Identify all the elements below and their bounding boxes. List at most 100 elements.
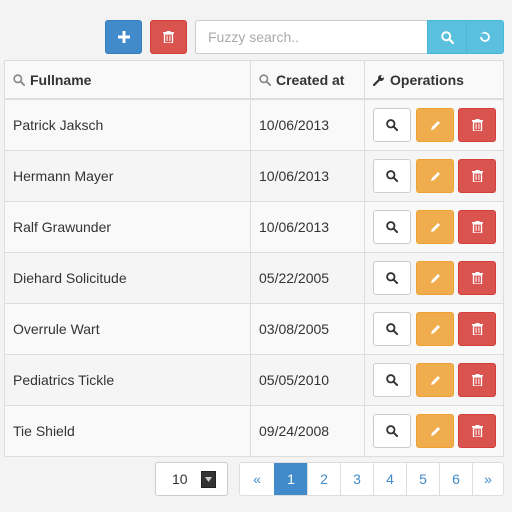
search-icon (386, 323, 398, 335)
search-icon (259, 73, 271, 86)
pagination-page-6[interactable]: 6 (439, 463, 472, 495)
column-header-created-at[interactable]: Created at (251, 61, 365, 98)
search-icon (13, 73, 25, 86)
pagination-next[interactable]: » (472, 463, 503, 495)
cell-fullname: Hermann Mayer (5, 151, 251, 201)
cell-fullname: Tie Shield (5, 406, 251, 456)
cell-operations (365, 151, 503, 201)
search-icon (386, 374, 398, 386)
trash-icon (471, 323, 483, 335)
table-row: Tie Shield 09/24/2008 (5, 405, 503, 456)
cell-created-at: 05/05/2010 (251, 355, 365, 405)
delete-selected-button[interactable] (150, 20, 187, 54)
table-row: Diehard Solicitude 05/22/2005 (5, 252, 503, 303)
search-icon (386, 119, 398, 131)
add-button[interactable] (105, 20, 142, 54)
cell-created-at: 03/08/2005 (251, 304, 365, 354)
cell-created-at: 05/22/2005 (251, 253, 365, 303)
trash-icon (471, 425, 483, 437)
delete-button[interactable] (458, 312, 496, 346)
delete-button[interactable] (458, 159, 496, 193)
view-button[interactable] (373, 414, 411, 448)
cell-operations (365, 406, 503, 456)
trash-icon (471, 272, 483, 284)
pagination-page-3[interactable]: 3 (340, 463, 373, 495)
delete-button[interactable] (458, 363, 496, 397)
view-button[interactable] (373, 108, 411, 142)
wrench-icon (373, 74, 384, 86)
search-icon (440, 30, 454, 44)
delete-button[interactable] (458, 261, 496, 295)
search-icon (386, 425, 398, 437)
cell-fullname: Patrick Jaksch (5, 100, 251, 150)
column-header-fullname[interactable]: Fullname (5, 61, 251, 98)
cell-operations (365, 304, 503, 354)
pagination-page-5[interactable]: 5 (406, 463, 439, 495)
plus-icon (117, 31, 130, 43)
pencil-icon (430, 324, 441, 335)
cell-operations (365, 253, 503, 303)
cell-created-at: 10/06/2013 (251, 151, 365, 201)
pencil-icon (430, 171, 441, 182)
page-size-value: 10 (172, 471, 188, 487)
table-row: Hermann Mayer 10/06/2013 (5, 150, 503, 201)
pagination: « 1 2 3 4 5 6 » (239, 462, 504, 496)
view-button[interactable] (373, 312, 411, 346)
cell-created-at: 10/06/2013 (251, 202, 365, 252)
edit-button[interactable] (416, 210, 454, 244)
trash-icon (471, 119, 483, 131)
cell-created-at: 10/06/2013 (251, 100, 365, 150)
column-header-label: Created at (276, 71, 345, 88)
delete-button[interactable] (458, 210, 496, 244)
search-icon (386, 272, 398, 284)
pagination-page-2[interactable]: 2 (307, 463, 340, 495)
view-button[interactable] (373, 210, 411, 244)
cell-fullname: Diehard Solicitude (5, 253, 251, 303)
delete-button[interactable] (458, 108, 496, 142)
pencil-icon (430, 273, 441, 284)
pencil-icon (430, 375, 441, 386)
table-row: Patrick Jaksch 10/06/2013 (5, 99, 503, 150)
pagination-page-1[interactable]: 1 (274, 463, 307, 495)
cell-fullname: Overrule Wart (5, 304, 251, 354)
pencil-icon (430, 120, 441, 131)
column-header-label: Operations (390, 71, 464, 88)
pagination-prev[interactable]: « (240, 463, 274, 495)
edit-button[interactable] (416, 363, 454, 397)
search-input[interactable] (195, 20, 428, 54)
table-header: Fullname Created at Operations (5, 61, 503, 100)
search-icon (386, 170, 398, 182)
search-button[interactable] (427, 20, 467, 54)
trash-icon (471, 170, 483, 182)
reset-button[interactable] (466, 20, 504, 54)
cell-operations (365, 100, 503, 150)
edit-button[interactable] (416, 312, 454, 346)
column-header-label: Fullname (30, 71, 92, 88)
column-header-operations: Operations (365, 61, 503, 98)
pencil-icon (430, 426, 441, 437)
refresh-icon (480, 31, 490, 42)
pagination-page-4[interactable]: 4 (373, 463, 406, 495)
edit-button[interactable] (416, 159, 454, 193)
chevron-down-icon[interactable] (201, 471, 216, 488)
search-icon (386, 221, 398, 233)
edit-button[interactable] (416, 414, 454, 448)
pencil-icon (430, 222, 441, 233)
trash-icon (163, 31, 174, 43)
edit-button[interactable] (416, 108, 454, 142)
table-row: Ralf Grawunder 10/06/2013 (5, 201, 503, 252)
delete-button[interactable] (458, 414, 496, 448)
cell-created-at: 09/24/2008 (251, 406, 365, 456)
table-row: Overrule Wart 03/08/2005 (5, 303, 503, 354)
table-row: Pediatrics Tickle 05/05/2010 (5, 354, 503, 405)
trash-icon (471, 374, 483, 386)
view-button[interactable] (373, 261, 411, 295)
edit-button[interactable] (416, 261, 454, 295)
data-table: Fullname Created at Operations Patrick J… (4, 60, 504, 457)
page-size-select[interactable]: 10 (155, 462, 228, 496)
view-button[interactable] (373, 363, 411, 397)
cell-operations (365, 355, 503, 405)
cell-fullname: Pediatrics Tickle (5, 355, 251, 405)
cell-fullname: Ralf Grawunder (5, 202, 251, 252)
view-button[interactable] (373, 159, 411, 193)
